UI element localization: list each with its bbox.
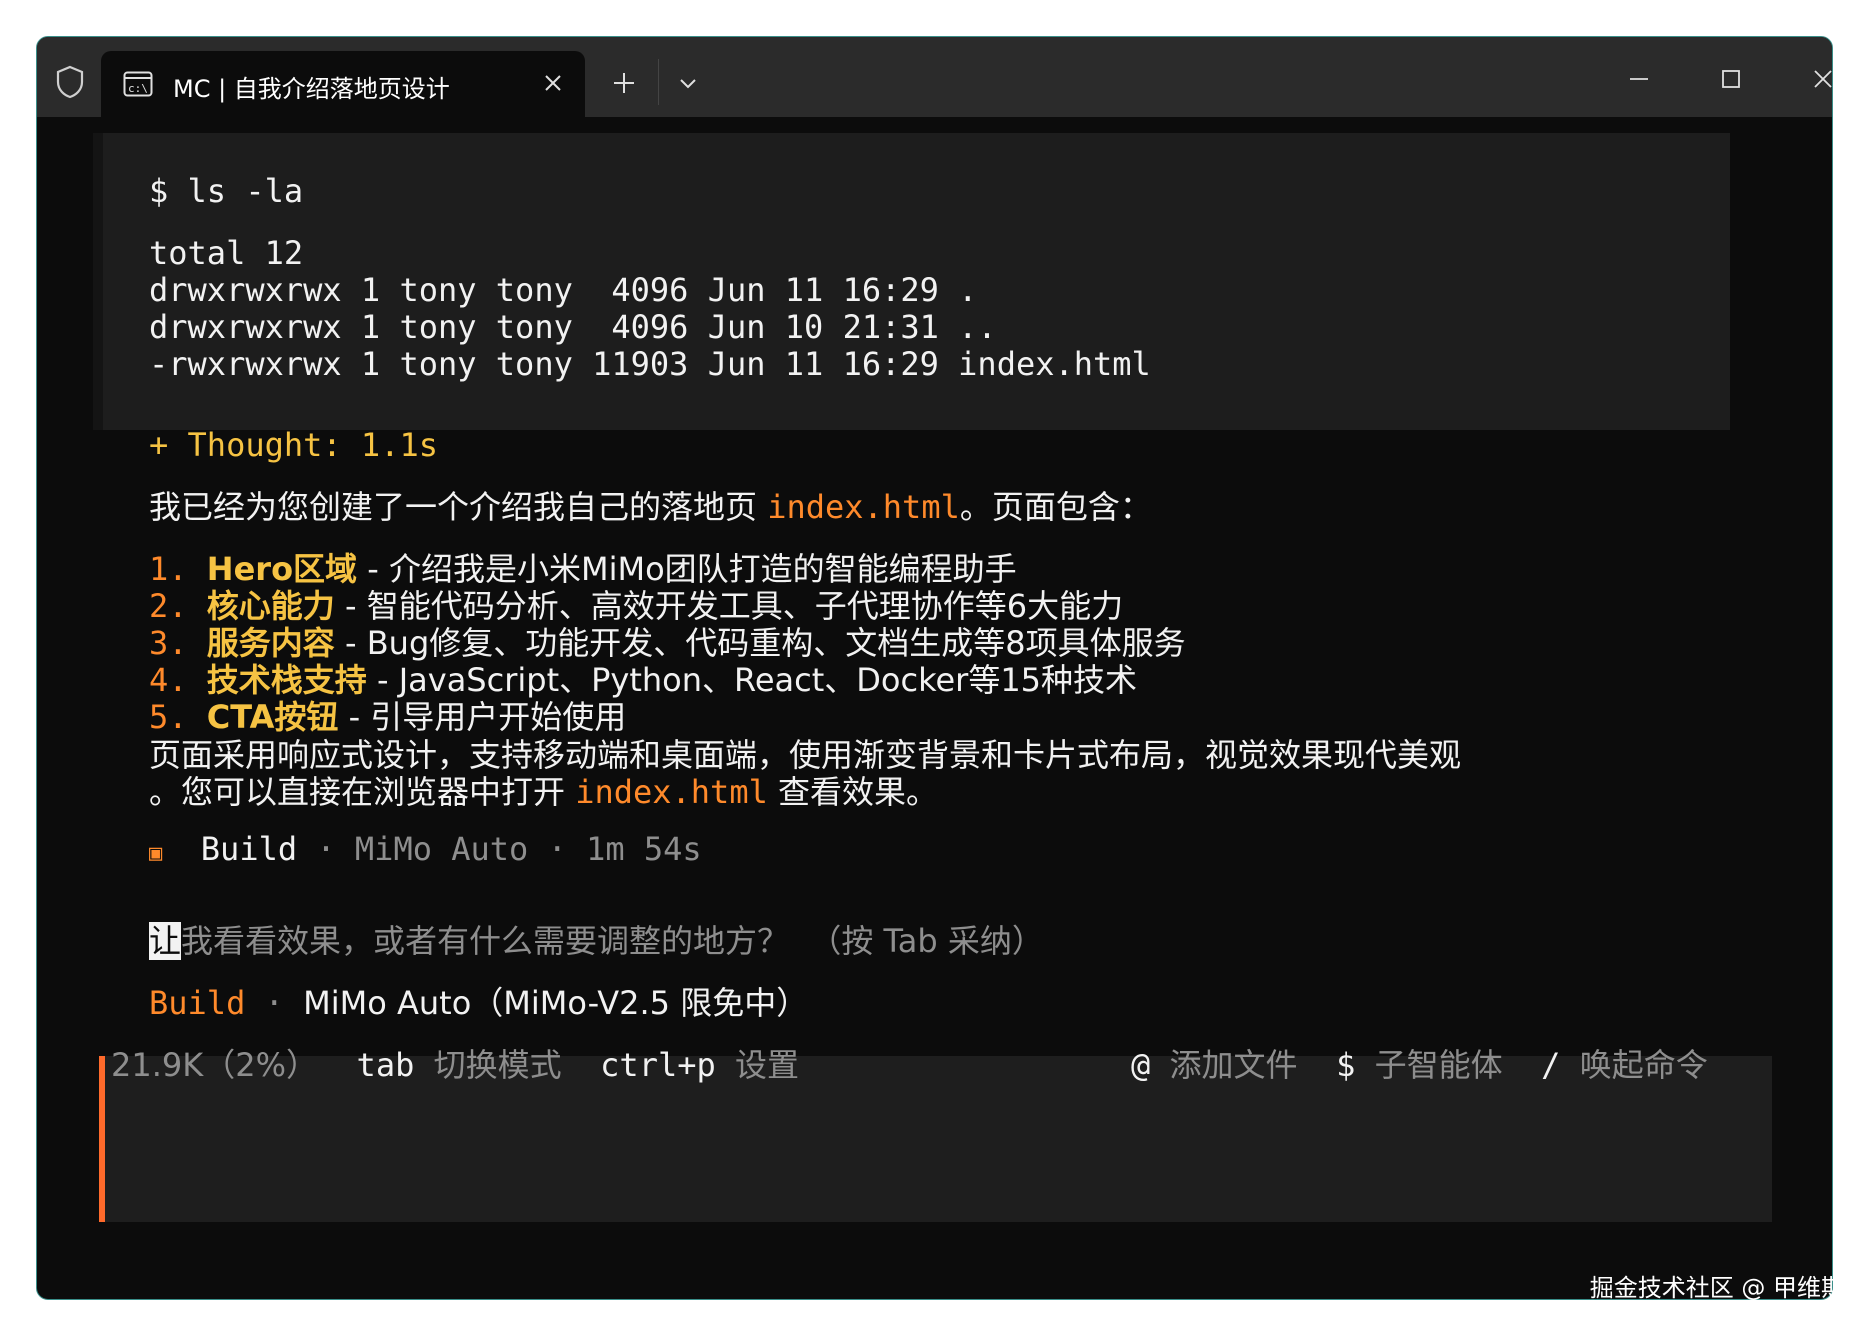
tab-active[interactable]: c:\ MC | 自我介绍落地页设计 bbox=[101, 51, 585, 117]
ls-output-line: -rwxrwxrwx 1 tony tony 11903 Jun 11 16:2… bbox=[149, 345, 1151, 383]
token-usage: 21.9K（2%） bbox=[111, 1046, 319, 1084]
status-model: MiMo Auto bbox=[354, 830, 529, 868]
list-item: 1. Hero区域 - 介绍我是小米MiMo团队打造的智能编程助手 bbox=[149, 551, 1017, 588]
hotkey-slash: / bbox=[1541, 1046, 1561, 1084]
svg-text:c:\: c:\ bbox=[128, 82, 148, 95]
chevron-down-icon[interactable] bbox=[677, 73, 699, 93]
list-title: 核心能力 bbox=[206, 587, 335, 625]
terminal-content: $ ls -la total 12 drwxrwxrwx 1 tony tony… bbox=[37, 117, 1832, 1299]
status-sep: · bbox=[297, 830, 355, 868]
list-desc: - 介绍我是小米MiMo团队打造的智能编程助手 bbox=[357, 550, 1017, 588]
ls-output-line: total 12 bbox=[149, 234, 304, 272]
hotkey-ctrl-p: ctrl+p bbox=[600, 1046, 716, 1084]
shield-icon[interactable] bbox=[55, 65, 85, 99]
input-mode-line: Build · MiMo Auto（MiMo-V2.5 限免中） bbox=[149, 985, 808, 1022]
list-title: Hero区域 bbox=[206, 550, 358, 588]
intro-text: 我已经为您创建了一个介绍我自己的落地页 bbox=[149, 488, 768, 526]
list-number: 3. bbox=[149, 624, 188, 662]
file-link[interactable]: index.html bbox=[767, 488, 960, 526]
intro-text-end: 。页面包含： bbox=[959, 488, 1152, 526]
command-line: $ ls -la bbox=[149, 172, 304, 210]
hotkey-tab-label: 切换模式 bbox=[433, 1046, 562, 1084]
list-desc: - Bug修复、功能开发、代码重构、文档生成等8项具体服务 bbox=[334, 624, 1186, 662]
hotkey-at: @ bbox=[1131, 1046, 1151, 1084]
list-number: 5. bbox=[149, 698, 188, 736]
list-item: 5. CTA按钮 - 引导用户开始使用 bbox=[149, 699, 626, 736]
input-sep: · bbox=[245, 984, 304, 1022]
list-number: 1. bbox=[149, 550, 188, 588]
summary-line: 。您可以直接在浏览器中打开 index.html 查看效果。 bbox=[149, 774, 938, 811]
input-cursor: 让 bbox=[149, 922, 182, 960]
terminal-icon: c:\ bbox=[123, 71, 153, 97]
hotkey-ctrl-p-label: 设置 bbox=[735, 1046, 800, 1084]
list-number: 4. bbox=[149, 661, 188, 699]
hotkey-slash-label: 唤起命令 bbox=[1579, 1046, 1708, 1084]
list-item: 4. 技术栈支持 - JavaScript、Python、React、Docke… bbox=[149, 662, 1137, 699]
list-title: CTA按钮 bbox=[206, 698, 339, 736]
list-item: 2. 核心能力 - 智能代码分析、高效开发工具、子代理协作等6大能力 bbox=[149, 588, 1123, 625]
list-desc: - 智能代码分析、高效开发工具、子代理协作等6大能力 bbox=[334, 587, 1124, 625]
input-suggestion: 我看看效果，或者有什么需要调整的地方？ （按 Tab 采纳） bbox=[181, 922, 1044, 960]
footer-right: @ 添加文件 $ 子智能体 / 唤起命令 bbox=[1131, 1047, 1708, 1084]
ls-output-line: drwxrwxrwx 1 tony tony 4096 Jun 11 16:29… bbox=[149, 271, 978, 309]
ls-output-line: drwxrwxrwx 1 tony tony 4096 Jun 10 21:31… bbox=[149, 308, 997, 346]
tab-title: MC | 自我介绍落地页设计 bbox=[173, 75, 450, 103]
list-desc: - 引导用户开始使用 bbox=[338, 698, 627, 736]
list-title: 服务内容 bbox=[206, 624, 335, 662]
hotkey-at-label: 添加文件 bbox=[1169, 1046, 1298, 1084]
file-link[interactable]: index.html bbox=[575, 773, 768, 811]
plus-icon[interactable] bbox=[611, 70, 637, 96]
titlebar-divider bbox=[658, 59, 659, 105]
summary-text-end: 查看效果。 bbox=[767, 773, 939, 811]
title-bar: c:\ MC | 自我介绍落地页设计 bbox=[37, 37, 1832, 117]
status-duration: 1m 54s bbox=[586, 830, 702, 868]
input-mode[interactable]: Build bbox=[149, 984, 245, 1022]
input-model[interactable]: MiMo Auto（MiMo-V2.5 限免中） bbox=[303, 984, 808, 1022]
close-icon[interactable] bbox=[541, 71, 565, 95]
footer-left: 21.9K（2%） tab 切换模式 ctrl+p 设置 bbox=[111, 1047, 799, 1084]
prompt-input[interactable]: 让我看看效果，或者有什么需要调整的地方？ （按 Tab 采纳） bbox=[149, 922, 1044, 960]
intro-line: 我已经为您创建了一个介绍我自己的落地页 index.html。页面包含： bbox=[149, 489, 1152, 526]
list-desc: - JavaScript、Python、React、Docker等15种技术 bbox=[366, 661, 1138, 699]
hotkey-tab: tab bbox=[356, 1046, 415, 1084]
status-sep: · bbox=[528, 830, 587, 868]
hotkey-dollar-label: 子智能体 bbox=[1374, 1046, 1503, 1084]
thought-line[interactable]: + Thought: 1.1s bbox=[149, 427, 438, 464]
minimize-icon[interactable] bbox=[1627, 67, 1651, 91]
watermark: 掘金技术社区 @ 甲维斯 bbox=[1589, 1274, 1845, 1302]
list-title: 技术栈支持 bbox=[206, 661, 367, 699]
maximize-icon[interactable] bbox=[1719, 67, 1743, 91]
terminal-window: c:\ MC | 自我介绍落地页设计 $ ls -la total 12 drw… bbox=[36, 36, 1833, 1300]
summary-text: 。您可以直接在浏览器中打开 bbox=[149, 773, 576, 811]
list-number: 2. bbox=[149, 587, 188, 625]
list-item: 3. 服务内容 - Bug修复、功能开发、代码重构、文档生成等8项具体服务 bbox=[149, 625, 1186, 662]
build-status: ▣ Build · MiMo Auto · 1m 54s bbox=[149, 831, 702, 872]
status-marker-icon: ▣ bbox=[149, 841, 163, 866]
summary-line: 页面采用响应式设计，支持移动端和桌面端，使用渐变背景和卡片式布局，视觉效果现代美… bbox=[149, 736, 1462, 774]
status-mode: Build bbox=[200, 830, 298, 868]
close-icon[interactable] bbox=[1811, 67, 1833, 91]
hotkey-dollar: $ bbox=[1336, 1046, 1356, 1084]
